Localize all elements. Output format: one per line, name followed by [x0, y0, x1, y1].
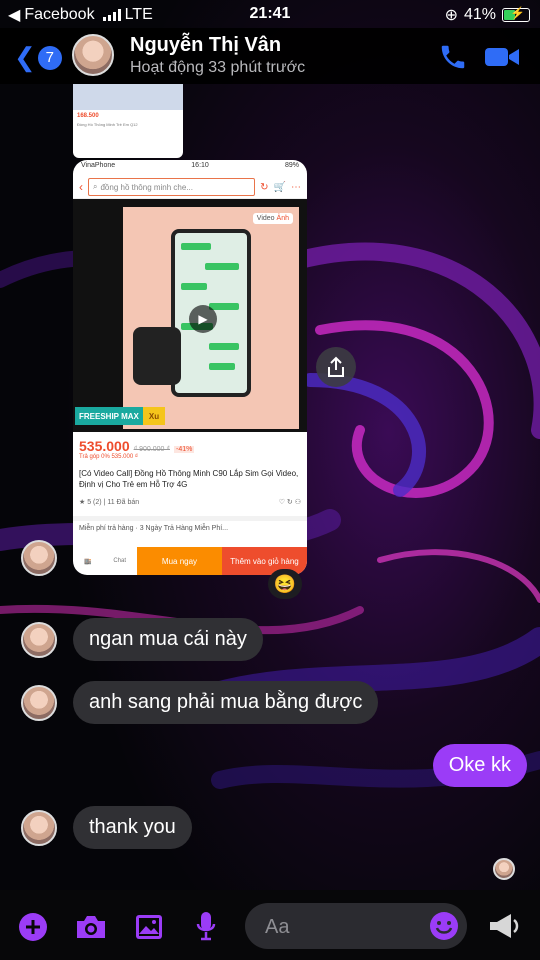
product-discount: -41% [174, 446, 195, 453]
freeship-label: FREESHIP MAX [75, 407, 143, 425]
screenshot-battery: 89% [284, 162, 299, 169]
screenshot-cart-icon: 🛒 [273, 181, 286, 193]
seen-receipt-avatar [493, 858, 515, 880]
sender-avatar[interactable] [21, 809, 57, 846]
message-row-outgoing: Oke kk [432, 744, 527, 787]
phone-icon[interactable] [438, 42, 468, 72]
message-bubble-outgoing[interactable]: Oke kk [432, 744, 527, 787]
message-row: anh sang phải mua bằng được [21, 681, 379, 724]
product-photo: ▶ Video Ảnh [123, 207, 299, 429]
back-chevron-icon: ❮ [14, 42, 36, 72]
product-old-price: ₫ 900.000 ₫ [133, 446, 170, 453]
sender-avatar[interactable] [21, 540, 57, 576]
screenshot-price-row: 535.000 ₫ 900.000 ₫ -41% [73, 432, 307, 454]
message-bubble[interactable]: ngan mua cái này [73, 618, 263, 661]
back-button[interactable]: ❮ 7 [14, 42, 62, 73]
previous-product-screenshot[interactable]: 168.500 Đồng Hồ Thông Minh Trẻ Em Q12 [73, 84, 183, 158]
laughing-emoji-icon: 😆 [273, 573, 297, 594]
microphone-icon[interactable] [195, 910, 217, 942]
contact-avatar[interactable] [72, 34, 114, 76]
screenshot-like-icons: ♡ ↻ ⚇ [278, 499, 301, 506]
screenshot-store-icon: 🏬 [83, 558, 92, 565]
screenshot-search-text: đồng hồ thông minh che... [100, 182, 193, 192]
unread-count-badge: 7 [37, 45, 62, 70]
gallery-icon[interactable] [134, 913, 164, 941]
screenshot-search-icon: ⌕ [93, 182, 98, 191]
screenshot-buy-now: Mua ngay [137, 547, 222, 575]
product-rating-row: ★ 5 (2) | 11 Đã bán ♡ ↻ ⚇ [79, 499, 301, 506]
shared-product-screenshot[interactable]: VinaPhone 16:10 89% ‹ ⌕ đồng hồ thông mi… [73, 160, 307, 575]
contact-name[interactable]: Nguyễn Thị Vân [130, 34, 281, 57]
message-row: ngan mua cái này [21, 618, 263, 661]
freeship-banner: FREESHIP MAX Xu [75, 407, 166, 425]
message-reaction[interactable]: 😆 [268, 569, 302, 599]
message-bubble[interactable]: anh sang phải mua bằng được [73, 681, 379, 724]
sender-avatar[interactable] [21, 684, 57, 721]
product-shipping: Miễn phí trả hàng · 3 Ngày Trả Hàng Miễn… [73, 516, 307, 536]
status-bar: ◀ Facebook LTE 21:41 ⊕ 41% ⚡ [0, 0, 540, 28]
screenshot-back-icon: ‹ [79, 180, 83, 194]
message-input[interactable]: Aa [245, 903, 467, 949]
screenshot-status-bar: VinaPhone 16:10 89% [73, 160, 307, 176]
screenshot-product-media: ▶ Video Ảnh FREESHIP MAX Xu [73, 199, 307, 432]
chat-header: ❮ 7 Nguyễn Thị Vân Hoạt động 33 phút trư… [0, 28, 540, 84]
camera-icon[interactable] [75, 914, 107, 940]
battery-icon: ⚡ [502, 6, 530, 22]
contact-activity: Hoạt động 33 phút trước [130, 59, 306, 76]
screenshot-bottom-bar: 🏬 Chat Mua ngay Thêm vào giỏ hàng [73, 547, 307, 575]
screenshot-more-icon: ⋯ [291, 181, 301, 193]
screenshot-media-tabs: Video Ảnh [252, 213, 293, 224]
sender-avatar-row [21, 540, 57, 576]
xu-label: Xu [142, 407, 166, 425]
screenshot-search-bar: ‹ ⌕ đồng hồ thông minh che... ↻ 🛒 ⋯ [73, 176, 307, 199]
share-button[interactable] [316, 347, 356, 387]
product-sold: 11 Đã bán [107, 499, 140, 506]
share-icon [328, 356, 344, 377]
product-price: 535.000 [79, 438, 130, 454]
message-row: thank you [21, 806, 192, 849]
orientation-lock-icon: ⊕ [444, 7, 458, 24]
screenshot-share-icon: ↻ [260, 181, 269, 193]
megaphone-icon[interactable] [487, 910, 521, 942]
screenshot-time: 16:10 [191, 162, 209, 169]
plus-icon[interactable] [18, 912, 48, 942]
product-title: [Có Video Call] Đồng Hồ Thông Minh C90 L… [79, 469, 299, 489]
screenshot-chat-label: Chat [113, 558, 127, 564]
product-rating: ★ 5 (2) [79, 499, 102, 506]
message-bubble[interactable]: thank you [73, 806, 192, 849]
product-watch-graphic [133, 327, 181, 385]
message-input-placeholder: Aa [265, 916, 290, 938]
battery-percent: 41% [463, 6, 496, 23]
screenshot-carrier: VinaPhone [81, 162, 116, 169]
play-icon: ▶ [189, 305, 217, 333]
screenshot-search-box: ⌕ đồng hồ thông minh che... [88, 178, 256, 196]
emoji-icon[interactable] [429, 911, 459, 941]
video-camera-icon[interactable] [484, 44, 520, 70]
sender-avatar[interactable] [21, 621, 57, 658]
